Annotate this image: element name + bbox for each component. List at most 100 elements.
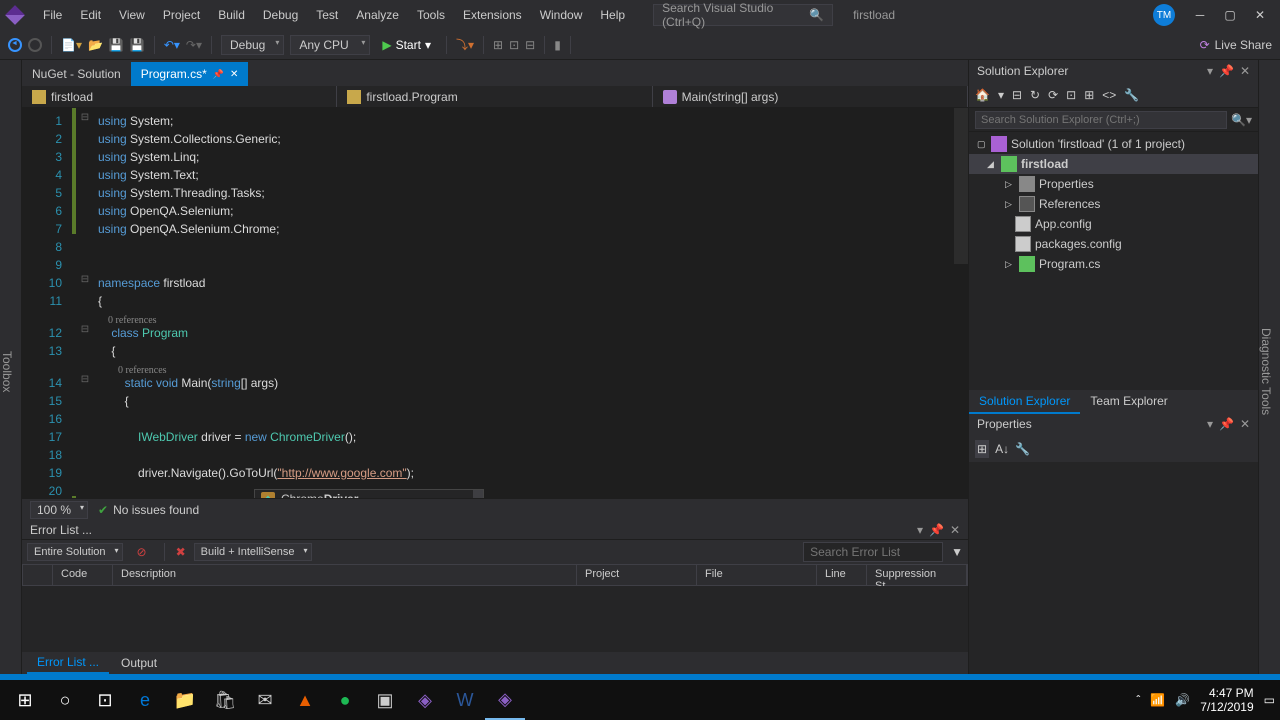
intellisense-scrollbar[interactable] [473,490,483,498]
task-view-icon[interactable]: ⊡ [85,680,125,720]
redo-icon[interactable]: ↷▾ [186,38,202,52]
word-icon[interactable]: W [445,680,485,720]
quick-launch-search[interactable]: Search Visual Studio (Ctrl+Q) 🔍 [653,4,833,26]
properties-icon[interactable]: ⊞ [1084,88,1094,102]
vertical-scrollbar[interactable] [954,108,968,498]
new-project-icon[interactable]: 📄▾ [61,38,82,52]
categorize-icon[interactable]: ⊞ [975,440,989,458]
panel-dropdown-icon[interactable]: ▾ [1207,417,1213,433]
error-filter[interactable]: ⊘ [131,543,153,561]
wrench-icon[interactable]: 🔧 [1015,442,1030,456]
start-button[interactable]: ▶Start▾ [376,35,437,55]
save-icon[interactable]: 💾 [109,38,124,52]
volume-icon[interactable]: 🔊 [1175,693,1190,707]
panel-pin-icon[interactable]: 📌 [1219,417,1234,433]
nav-method-dropdown[interactable]: Main(string[] args) [653,86,968,107]
tab-solution-explorer[interactable]: Solution Explorer [969,390,1080,414]
fold-column[interactable]: ⊟⊟⊟⊟ [76,108,94,498]
sync-icon[interactable]: ↻ [1030,88,1040,102]
step-into-icon[interactable]: ⤵▾ [456,36,474,53]
panel-close-icon[interactable]: ✕ [1240,64,1250,78]
save-all-icon[interactable]: 💾 [130,38,145,52]
menu-project[interactable]: Project [155,3,208,27]
mail-icon[interactable]: ✉ [245,680,285,720]
panel-close-icon[interactable]: ✕ [1240,417,1250,433]
solution-search-input[interactable] [975,111,1227,129]
vs-purple-icon[interactable]: ◈ [405,680,445,720]
error-source-dropdown[interactable]: Build + IntelliSense [194,543,312,561]
comment-icon[interactable]: ⊡ [509,38,519,52]
menu-debug[interactable]: Debug [255,3,306,27]
zoom-dropdown[interactable]: 100 % [30,501,88,519]
tab-team-explorer[interactable]: Team Explorer [1080,390,1177,414]
open-file-icon[interactable]: 📂 [88,38,103,52]
config-dropdown[interactable]: Debug [221,35,284,55]
menu-analyze[interactable]: Analyze [348,3,407,27]
nav-project-dropdown[interactable]: firstload [22,86,337,107]
terminal-icon[interactable]: ▣ [365,680,405,720]
tray-expand-icon[interactable]: ˆ [1136,693,1140,707]
user-avatar[interactable]: TM [1153,4,1175,26]
undo-icon[interactable]: ↶▾ [164,38,180,52]
show-all-icon[interactable]: ⊡ [1066,88,1076,102]
spotify-icon[interactable]: ● [325,680,365,720]
toolbox-rail[interactable]: Toolbox [0,60,22,674]
menu-help[interactable]: Help [592,3,633,27]
tab-program-cs[interactable]: Program.cs* 📌 ✕ [131,62,249,86]
nav-forward-icon[interactable] [28,38,42,52]
close-tab-icon[interactable]: ✕ [230,69,238,80]
error-list-columns[interactable]: Code Description Project File Line Suppr… [22,564,968,586]
edge-icon[interactable]: e [125,680,165,720]
close-button[interactable]: ✕ [1245,0,1275,30]
error-search-input[interactable] [803,542,943,562]
pin-icon[interactable]: 📌 [213,69,224,80]
menu-view[interactable]: View [111,3,153,27]
collapse-all-icon[interactable]: ⊟ [1012,88,1022,102]
bottom-tab-error-list[interactable]: Error List ... [27,652,109,674]
file-explorer-icon[interactable]: 📁 [165,680,205,720]
panel-pin-icon[interactable]: 📌 [929,523,944,537]
bookmark-icon[interactable]: ▮ [554,38,561,52]
filter-icon[interactable]: ▼ [951,545,963,559]
home-icon[interactable]: 🏠 [975,88,990,102]
menu-tools[interactable]: Tools [409,3,453,27]
menu-window[interactable]: Window [532,3,591,27]
menu-build[interactable]: Build [210,3,253,27]
solution-tree[interactable]: ▢Solution 'firstload' (1 of 1 project) ◢… [969,132,1258,390]
nav-back-icon[interactable] [8,38,22,52]
diagnostic-tools-rail[interactable]: Diagnostic Tools [1258,60,1280,674]
find-in-files-icon[interactable]: ⊞ [493,38,503,52]
error-scope-dropdown[interactable]: Entire Solution [27,543,123,561]
menu-extensions[interactable]: Extensions [455,3,530,27]
intellisense-item[interactable]: ◆ChromeDriver [255,490,483,498]
preview-icon[interactable]: <> [1102,88,1116,102]
menu-file[interactable]: File [35,3,70,27]
maximize-button[interactable]: ▢ [1215,0,1245,30]
search-icon[interactable]: 🔍▾ [1231,113,1252,127]
refresh-icon[interactable]: ⟳ [1048,88,1058,102]
tab-nuget[interactable]: NuGet - Solution [22,62,131,86]
vlc-icon[interactable]: ▲ [285,680,325,720]
properties-grid[interactable] [969,462,1258,674]
panel-dropdown-icon[interactable]: ▾ [1207,64,1213,78]
uncomment-icon[interactable]: ⊟ [525,38,535,52]
store-icon[interactable]: 🛍 [205,680,245,720]
panel-close-icon[interactable]: ✕ [950,523,960,537]
search-icon[interactable]: ○ [45,680,85,720]
platform-dropdown[interactable]: Any CPU [290,35,370,55]
notifications-icon[interactable]: ▭ [1264,693,1275,707]
code-editor[interactable]: 123456789 101112131415161718192021222324… [22,108,968,498]
vs-running-icon[interactable]: ◈ [485,680,525,720]
panel-pin-icon[interactable]: 📌 [1219,64,1234,78]
alphabetical-icon[interactable]: A↓ [995,442,1009,456]
clock[interactable]: 4:47 PM 7/12/2019 [1200,686,1253,715]
menu-edit[interactable]: Edit [72,3,109,27]
menu-test[interactable]: Test [308,3,346,27]
minimize-button[interactable]: ─ [1185,0,1215,30]
nav-class-dropdown[interactable]: firstload.Program [337,86,652,107]
live-share-button[interactable]: ⟳ Live Share [1200,38,1272,52]
bottom-tab-output[interactable]: Output [111,653,167,673]
start-button[interactable]: ⊞ [5,680,45,720]
wrench-icon[interactable]: 🔧 [1124,88,1139,102]
panel-dropdown-icon[interactable]: ▾ [917,523,923,537]
